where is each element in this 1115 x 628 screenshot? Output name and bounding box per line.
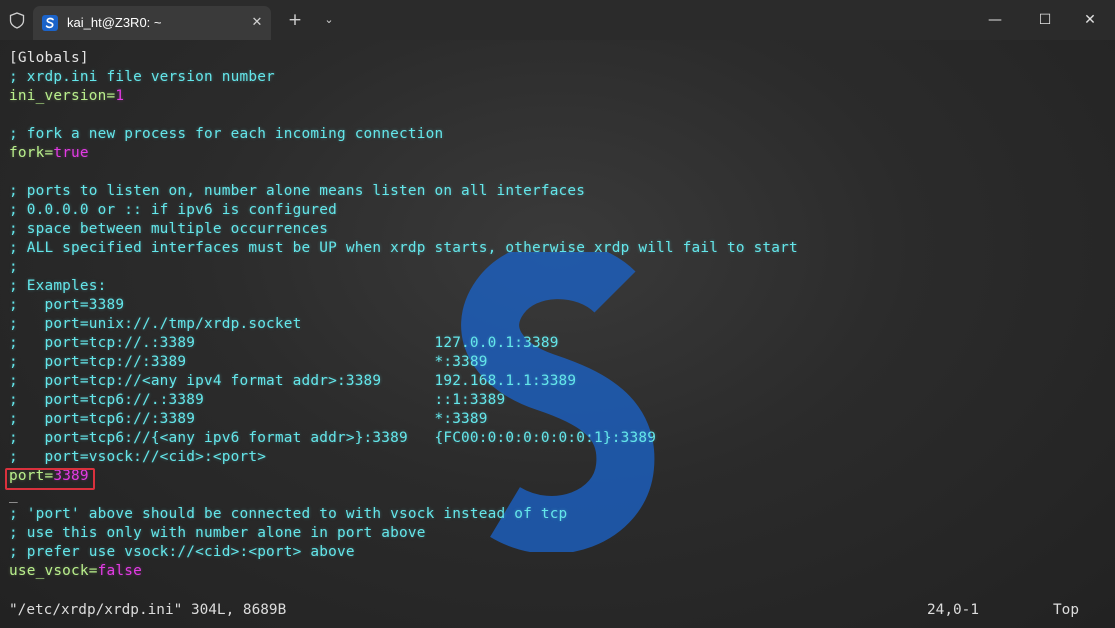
comment-line: ; space between multiple occurrences xyxy=(9,221,329,237)
config-key: ini_version= xyxy=(9,88,116,104)
comment-line: ; ALL specified interfaces must be UP wh… xyxy=(9,240,798,256)
comment-line: ; port=tcp6://{<any ipv6 format addr>}:3… xyxy=(9,430,657,446)
comment-line: ; use this only with number alone in por… xyxy=(9,525,426,541)
config-line: use_vsock=false xyxy=(9,562,1109,581)
comment-line: ; Examples: xyxy=(9,278,107,294)
terminal-window: kai_ht@Z3R0: ~ ✕ + ⌄ — ☐ ✕ [Globals] ; xr… xyxy=(0,0,1115,628)
config-value: false xyxy=(97,563,142,579)
config-line: ini_version=1 xyxy=(9,87,1109,106)
comment-line: ; port=tcp://:3389 *:3389 xyxy=(9,354,488,370)
comment-line: ; 0.0.0.0 or :: if ipv6 is configured xyxy=(9,202,337,218)
editor-content[interactable]: [Globals] ; xrdp.ini file version number i… xyxy=(9,49,1109,581)
config-key: use_vsock= xyxy=(9,563,98,579)
config-value: true xyxy=(53,145,89,161)
comment-line: ; prefer use vsock://<cid>:<port> above xyxy=(9,544,355,560)
terminal-app-icon xyxy=(42,15,58,31)
comment-line: ; 'port' above should be connected to wi… xyxy=(9,506,568,522)
tab-close-icon[interactable]: ✕ xyxy=(249,15,265,31)
status-scroll-position: Top xyxy=(1053,602,1079,618)
status-file-info: "/etc/xrdp/xrdp.ini" 304L, 8689B xyxy=(9,602,287,618)
comment-line: ; fork a new process for each incoming c… xyxy=(9,126,444,142)
comment-line: ; port=tcp://<any ipv4 format addr>:3389… xyxy=(9,373,577,389)
text-line xyxy=(9,163,1109,182)
comment-line: ; xyxy=(9,259,18,275)
new-tab-icon[interactable]: + xyxy=(286,11,304,29)
comment-line: ; port=unix://./tmp/xrdp.socket xyxy=(9,316,302,332)
maximize-button[interactable]: ☐ xyxy=(1030,8,1060,32)
status-cursor-position: 24,0-1 xyxy=(927,602,979,618)
comment-line: ; port=tcp://.:3389 127.0.0.1:3389 xyxy=(9,335,559,351)
close-window-button[interactable]: ✕ xyxy=(1075,8,1105,32)
terminal-body[interactable]: [Globals] ; xrdp.ini file version number i… xyxy=(0,40,1115,628)
text-line: _ xyxy=(9,487,18,503)
comment-line: ; port=3389 xyxy=(9,297,125,313)
config-line: fork=true xyxy=(9,144,1109,163)
minimize-button[interactable]: — xyxy=(980,8,1010,32)
section-header: [Globals] xyxy=(9,50,89,66)
title-bar: kai_ht@Z3R0: ~ ✕ + ⌄ — ☐ ✕ xyxy=(0,0,1115,40)
comment-line: ; port=vsock://<cid>:<port> xyxy=(9,449,267,465)
comment-line: ; port=tcp6://.:3389 ::1:3389 xyxy=(9,392,506,408)
comment-line: ; ports to listen on, number alone means… xyxy=(9,183,586,199)
shield-icon[interactable] xyxy=(9,12,25,29)
tab-title: kai_ht@Z3R0: ~ xyxy=(67,15,162,30)
config-value: 1 xyxy=(115,88,125,104)
comment-line: ; port=tcp6://:3389 *:3389 xyxy=(9,411,488,427)
text-line xyxy=(9,106,1109,125)
chevron-down-icon[interactable]: ⌄ xyxy=(320,11,338,29)
config-key: fork= xyxy=(9,145,54,161)
tab-terminal[interactable]: kai_ht@Z3R0: ~ ✕ xyxy=(33,6,271,40)
highlight-box xyxy=(5,468,95,490)
comment-line: ; xrdp.ini file version number xyxy=(9,69,275,85)
config-line: port=3389 xyxy=(9,467,1109,486)
